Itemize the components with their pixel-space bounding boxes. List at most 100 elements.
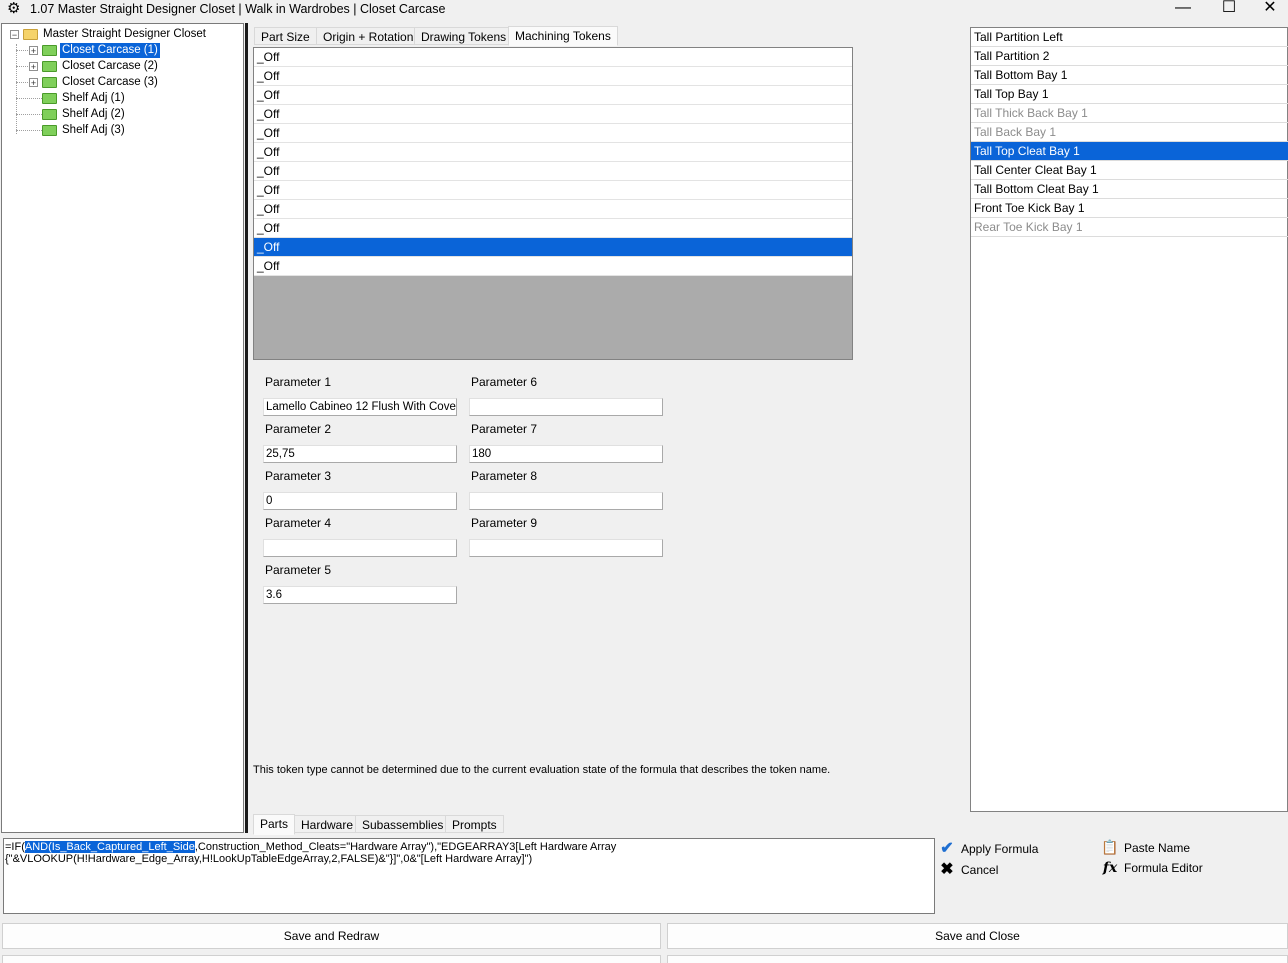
apply-formula-button[interactable]: ✔ Apply Formula bbox=[938, 841, 1038, 857]
parameter-6-field[interactable] bbox=[469, 398, 663, 416]
tree-connector bbox=[16, 50, 30, 51]
token-row[interactable]: _Off bbox=[254, 67, 852, 86]
formula-editor-field[interactable]: =IF(AND(Is_Back_Captured_Left_Side,Const… bbox=[3, 838, 935, 914]
token-row[interactable]: _Off bbox=[254, 48, 852, 67]
apply-formula-label: Apply Formula bbox=[961, 842, 1039, 856]
parameter-1-label: Parameter 1 bbox=[265, 375, 332, 389]
token-row[interactable]: _Off bbox=[254, 257, 852, 276]
cancel-button[interactable]: ✖ Cancel bbox=[938, 862, 998, 878]
tree-item-label: Closet Carcase (3) bbox=[62, 76, 158, 88]
folder-icon bbox=[42, 109, 57, 120]
parameter-3-field[interactable]: 0 bbox=[263, 492, 457, 510]
tree-item-shelf-adj-2[interactable]: Shelf Adj (2) bbox=[42, 107, 127, 122]
parameter-5-label: Parameter 5 bbox=[265, 563, 332, 577]
tree-item-shelf-adj-1[interactable]: Shelf Adj (1) bbox=[42, 91, 127, 106]
token-row[interactable]: _Off bbox=[254, 200, 852, 219]
token-row[interactable]: _Off bbox=[254, 86, 852, 105]
tab-part-size[interactable]: Part Size bbox=[254, 27, 317, 45]
parts-list-item[interactable]: Tall Partition 2 bbox=[971, 47, 1288, 66]
tab-drawing-tokens[interactable]: Drawing Tokens bbox=[414, 27, 514, 45]
tab-subassemblies[interactable]: Subassemblies bbox=[355, 815, 451, 833]
parameter-8-label: Parameter 8 bbox=[471, 469, 538, 483]
parameter-8-field[interactable] bbox=[469, 492, 663, 510]
assembly-tree[interactable]: − Master Straight Designer Closet + Closet… bbox=[1, 23, 244, 833]
tree-item-closet-carcase-1[interactable]: + Closet Carcase (1) bbox=[29, 43, 160, 58]
parts-list-item-disabled[interactable]: Rear Toe Kick Bay 1 bbox=[971, 218, 1288, 237]
formula-selection: AND(Is_Back_Captured_Left_Side bbox=[24, 841, 195, 853]
tree-item-label: Closet Carcase (1) bbox=[60, 43, 160, 58]
parts-list-item[interactable]: Tall Bottom Cleat Bay 1 bbox=[971, 180, 1288, 199]
formula-editor-label: Formula Editor bbox=[1124, 861, 1203, 875]
parameter-4-field[interactable] bbox=[263, 539, 457, 557]
token-row[interactable]: _Off bbox=[254, 162, 852, 181]
parameter-7-field[interactable]: 180 bbox=[469, 445, 663, 463]
save-and-redraw-button[interactable]: Save and Redraw bbox=[2, 923, 661, 949]
parts-list-item[interactable]: Tall Partition Left bbox=[971, 28, 1288, 47]
paste-name-label: Paste Name bbox=[1124, 841, 1191, 855]
machining-token-list[interactable]: _Off _Off _Off _Off _Off _Off _Off _Off … bbox=[253, 47, 853, 360]
parameter-2-field[interactable]: 25,75 bbox=[263, 445, 457, 463]
paste-name-button[interactable]: 📋 Paste Name bbox=[1101, 839, 1190, 856]
tree-item-label: Shelf Adj (3) bbox=[62, 124, 125, 136]
token-row-selected[interactable]: _Off bbox=[254, 238, 852, 257]
token-row[interactable]: _Off bbox=[254, 143, 852, 162]
tree-connector bbox=[16, 44, 17, 134]
collapse-icon[interactable]: − bbox=[10, 30, 19, 40]
parts-list-item-disabled[interactable]: Tall Back Bay 1 bbox=[971, 123, 1288, 142]
tab-machining-tokens[interactable]: Machining Tokens bbox=[508, 26, 618, 46]
token-row[interactable]: _Off bbox=[254, 219, 852, 238]
token-row[interactable]: _Off bbox=[254, 124, 852, 143]
parts-list-item[interactable]: Tall Top Bay 1 bbox=[971, 85, 1288, 104]
tree-item-shelf-adj-3[interactable]: Shelf Adj (3) bbox=[42, 123, 127, 138]
folder-icon bbox=[42, 77, 57, 88]
formula-editor-button[interactable]: fx Formula Editor bbox=[1101, 860, 1203, 876]
save-and-close-button[interactable]: Save and Close bbox=[667, 923, 1288, 949]
parameter-5-field[interactable]: 3.6 bbox=[263, 586, 457, 604]
parts-list[interactable]: Tall Partition Left Tall Partition 2 Tal… bbox=[970, 27, 1288, 812]
hidden-button-edge bbox=[2, 955, 661, 963]
tree-item-closet-carcase-2[interactable]: + Closet Carcase (2) bbox=[29, 59, 160, 74]
parts-list-item-selected[interactable]: Tall Top Cleat Bay 1 bbox=[971, 142, 1288, 161]
tree-root-label: Master Straight Designer Closet bbox=[43, 28, 206, 40]
tab-prompts[interactable]: Prompts bbox=[445, 815, 504, 833]
parameter-9-label: Parameter 9 bbox=[471, 516, 538, 530]
folder-open-icon bbox=[23, 29, 38, 40]
tree-connector bbox=[16, 98, 42, 99]
token-status-note: This token type cannot be determined due… bbox=[253, 764, 831, 776]
tree-connector bbox=[16, 130, 42, 131]
window-title: 1.07 Master Straight Designer Closet | W… bbox=[30, 2, 446, 16]
tab-origin-rotation[interactable]: Origin + Rotation bbox=[316, 27, 421, 45]
parameter-6-label: Parameter 6 bbox=[471, 375, 538, 389]
minimize-button[interactable]: — bbox=[1160, 0, 1206, 22]
fx-icon: fx bbox=[1102, 860, 1118, 876]
token-row[interactable]: _Off bbox=[254, 105, 852, 124]
parts-list-item-disabled[interactable]: Tall Thick Back Bay 1 bbox=[971, 104, 1288, 123]
parameter-9-field[interactable] bbox=[469, 539, 663, 557]
tree-root[interactable]: − Master Straight Designer Closet bbox=[10, 27, 208, 42]
parts-list-item[interactable]: Tall Bottom Bay 1 bbox=[971, 66, 1288, 85]
tree-connector bbox=[16, 82, 30, 83]
parameter-1-field[interactable]: Lamello Cabineo 12 Flush With Cover Cap bbox=[263, 398, 457, 416]
folder-icon bbox=[42, 125, 57, 136]
tree-item-label: Shelf Adj (1) bbox=[62, 92, 125, 104]
expand-icon[interactable]: + bbox=[29, 78, 38, 88]
maximize-button[interactable]: ☐ bbox=[1206, 0, 1252, 22]
panel-splitter[interactable] bbox=[245, 23, 248, 833]
expand-icon[interactable]: + bbox=[29, 62, 38, 72]
parameter-7-label: Parameter 7 bbox=[471, 422, 538, 436]
token-row[interactable]: _Off bbox=[254, 181, 852, 200]
parameter-3-label: Parameter 3 bbox=[265, 469, 332, 483]
parts-list-item[interactable]: Front Toe Kick Bay 1 bbox=[971, 199, 1288, 218]
parameter-2-label: Parameter 2 bbox=[265, 422, 332, 436]
tab-hardware[interactable]: Hardware bbox=[294, 815, 361, 833]
formula-prefix: =IF( bbox=[5, 841, 25, 853]
tree-item-label: Closet Carcase (2) bbox=[62, 60, 158, 72]
folder-icon bbox=[42, 93, 57, 104]
hidden-button-edge bbox=[667, 955, 1288, 963]
parts-list-item[interactable]: Tall Center Cleat Bay 1 bbox=[971, 161, 1288, 180]
tree-item-closet-carcase-3[interactable]: + Closet Carcase (3) bbox=[29, 75, 160, 90]
tree-connector bbox=[16, 66, 30, 67]
close-button[interactable]: ✕ bbox=[1252, 0, 1288, 22]
expand-icon[interactable]: + bbox=[29, 46, 38, 56]
tab-parts[interactable]: Parts bbox=[253, 814, 296, 835]
